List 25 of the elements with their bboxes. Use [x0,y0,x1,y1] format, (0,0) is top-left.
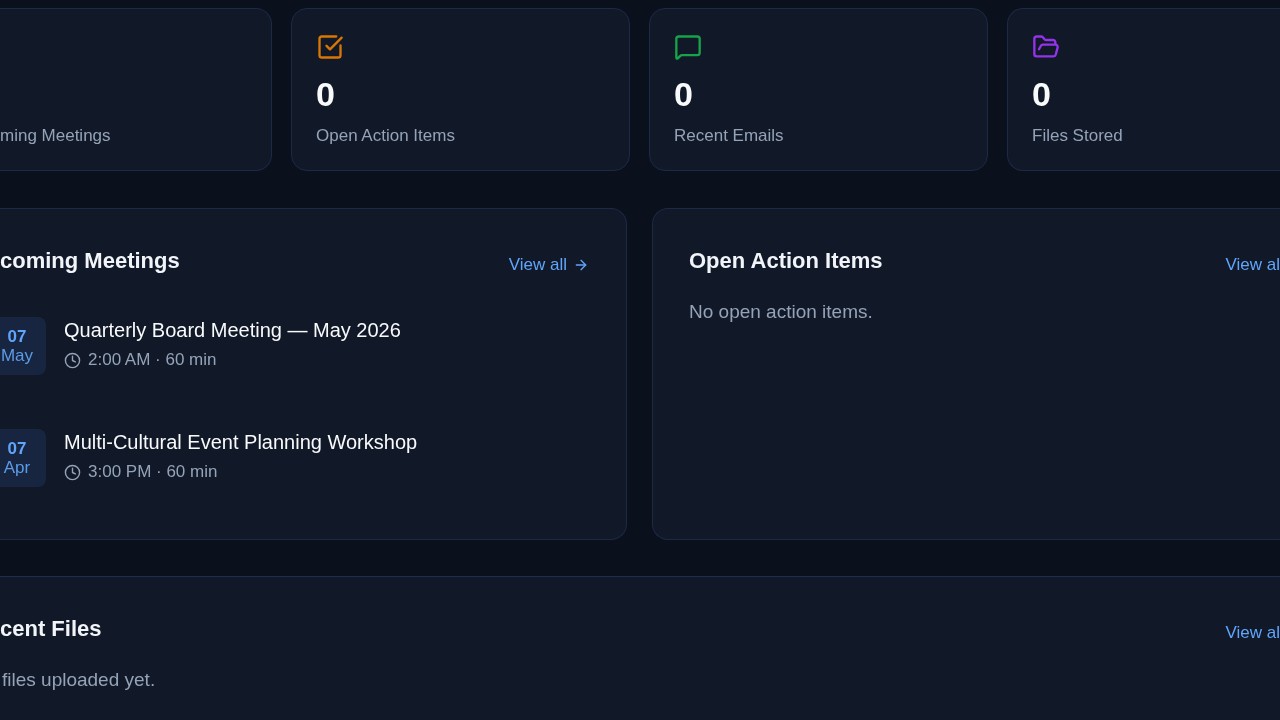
view-all-link[interactable]: View all [508,254,589,276]
empty-message: No open action items. [689,300,874,324]
section-title: cent Files [0,615,102,643]
stat-value: 0 [1032,74,1051,114]
date-day: 07 [7,439,27,458]
meeting-time: 3:00 PM · 60 min [88,461,218,483]
date-month: May [0,346,34,365]
section-title: Open Action Items [689,247,883,275]
stat-label: ming Meetings [0,125,111,147]
view-all-link[interactable]: View al [1225,254,1280,276]
meeting-time: 2:00 AM · 60 min [88,349,217,371]
date-day: 07 [7,327,27,346]
stat-label: Open Action Items [316,125,455,147]
stat-label: Files Stored [1032,125,1123,147]
stat-value: 0 [674,74,693,114]
meeting-title: Multi-Cultural Event Planning Workshop [64,430,418,455]
stat-label: Recent Emails [674,125,784,147]
view-all-link[interactable]: View al [1225,622,1280,644]
empty-message: files uploaded yet. [1,668,157,692]
date-month: Apr [3,458,31,477]
stat-value: 0 [316,74,335,114]
meeting-title: Quarterly Board Meeting — May 2026 [64,318,401,343]
clock-icon [64,351,81,369]
section-title: coming Meetings [0,247,180,275]
clock-icon [64,463,81,481]
